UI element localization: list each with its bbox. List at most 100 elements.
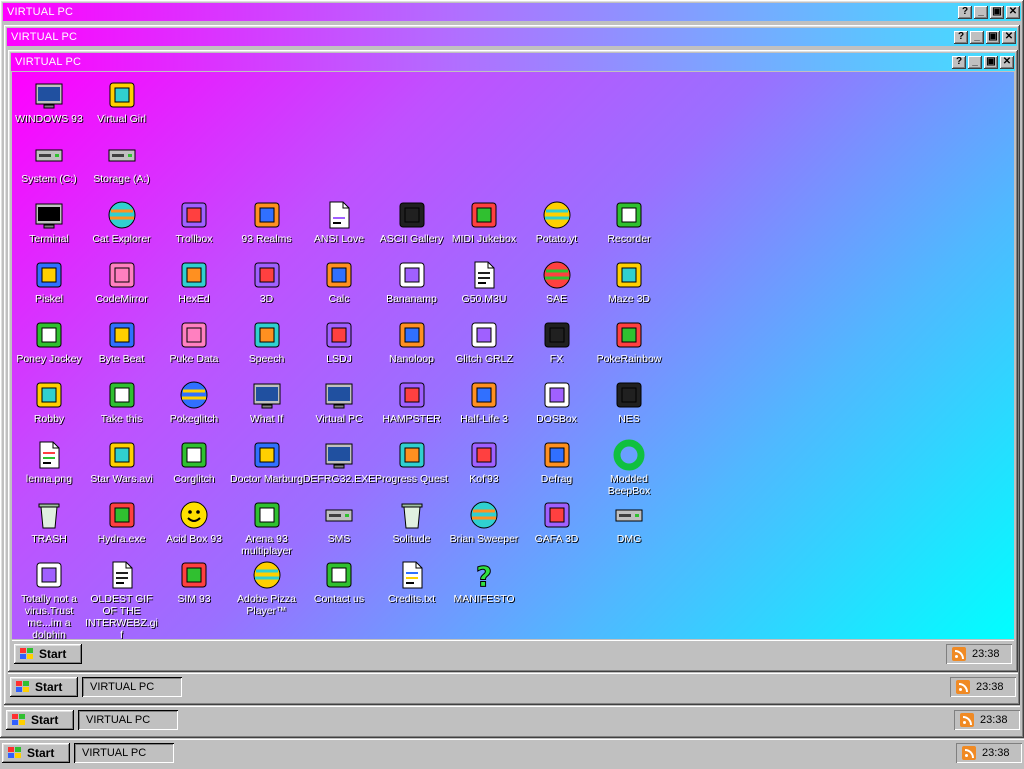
task-button-virtual-pc[interactable]: VIRTUAL PC bbox=[78, 710, 178, 730]
desktop-icon[interactable]: DEFRG32.EXE bbox=[302, 438, 376, 485]
minimize-button[interactable]: _ bbox=[970, 30, 984, 44]
desktop-icon[interactable]: Corglitch bbox=[157, 438, 231, 485]
desktop-icon[interactable]: WINDOWS 93 bbox=[12, 78, 86, 125]
rss-icon[interactable] bbox=[956, 680, 970, 694]
desktop-icon[interactable]: SAE bbox=[520, 258, 594, 305]
inner-titlebar[interactable]: VIRTUAL PC ? _ ▣ ✕ bbox=[11, 53, 1015, 71]
desktop-icon[interactable]: CodeMirror bbox=[85, 258, 159, 305]
rss-icon[interactable] bbox=[960, 713, 974, 727]
desktop-icon[interactable]: FX bbox=[520, 318, 594, 365]
desktop-icon[interactable]: GAFA 3D bbox=[520, 498, 594, 545]
start-button[interactable]: Start bbox=[2, 743, 70, 763]
desktop-icon[interactable]: Speech bbox=[230, 318, 304, 365]
desktop-icon[interactable]: Cat Explorer bbox=[85, 198, 159, 245]
icon-label: Credits.txt bbox=[387, 593, 436, 605]
maximize-button[interactable]: ▣ bbox=[986, 30, 1000, 44]
desktop-icon[interactable]: Piskel bbox=[12, 258, 86, 305]
help-button[interactable]: ? bbox=[954, 30, 968, 44]
desktop-icon[interactable]: Modded BeepBox bbox=[592, 438, 666, 497]
close-button[interactable]: ✕ bbox=[1000, 55, 1014, 69]
window-title: VIRTUAL PC bbox=[7, 6, 74, 18]
desktop-icon[interactable]: Pokeglitch bbox=[157, 378, 231, 425]
desktop-icon[interactable]: TRASH bbox=[12, 498, 86, 545]
close-button[interactable]: ✕ bbox=[1006, 5, 1020, 19]
desktop-icon[interactable]: lenna.png bbox=[12, 438, 86, 485]
desktop-icon[interactable]: HexEd bbox=[157, 258, 231, 305]
help-button[interactable]: ? bbox=[958, 5, 972, 19]
desktop-icon[interactable]: Virtual Girl bbox=[85, 78, 159, 125]
desktop-icon[interactable]: Puke Data bbox=[157, 318, 231, 365]
icon-label: Recorder bbox=[607, 233, 651, 245]
start-button[interactable]: Start bbox=[10, 677, 78, 697]
desktop-icon[interactable]: MIDI Jukebox bbox=[447, 198, 521, 245]
rss-icon[interactable] bbox=[962, 746, 976, 760]
desktop-icon[interactable]: What If bbox=[230, 378, 304, 425]
window-grid-icon bbox=[253, 383, 280, 409]
desktop-icon[interactable]: Poney Jockey bbox=[12, 318, 86, 365]
dosbox-icon bbox=[544, 382, 569, 408]
desktop-icon[interactable]: SIM 93 bbox=[157, 558, 231, 605]
desktop-icon[interactable]: LSDJ bbox=[302, 318, 376, 365]
desktop-icon[interactable]: ASCII Gallery bbox=[375, 198, 449, 245]
minimize-button[interactable]: _ bbox=[974, 5, 988, 19]
start-button[interactable]: Start bbox=[6, 710, 74, 730]
rss-icon[interactable] bbox=[952, 647, 966, 661]
close-button[interactable]: ✕ bbox=[1002, 30, 1016, 44]
minimize-button[interactable]: _ bbox=[968, 55, 982, 69]
desktop-icon[interactable]: NES bbox=[592, 378, 666, 425]
desktop-icon[interactable]: Star Wars.avi bbox=[85, 438, 159, 485]
desktop-icon[interactable]: ? MANIFESTO bbox=[447, 558, 521, 606]
desktop-icon[interactable]: 3D bbox=[230, 258, 304, 305]
icon-glyph bbox=[539, 258, 575, 292]
desktop-icon[interactable]: Progress Quest bbox=[375, 438, 449, 485]
desktop-icon[interactable]: Contact us bbox=[302, 558, 376, 605]
start-button[interactable]: Start bbox=[14, 644, 82, 664]
desktop-icon[interactable]: Acid Box 93 bbox=[157, 498, 231, 545]
desktop-icon[interactable]: Half-Life 3 bbox=[447, 378, 521, 425]
outer-titlebar[interactable]: VIRTUAL PC ? _ ▣ ✕ bbox=[3, 3, 1021, 21]
desktop-icon[interactable]: HAMPSTER bbox=[375, 378, 449, 425]
desktop-icon[interactable]: Arena 93 multiplayer bbox=[230, 498, 304, 557]
cube-color-icon bbox=[254, 502, 279, 528]
desktop-icon[interactable]: 93 Realms bbox=[230, 198, 304, 245]
desktop-icon[interactable]: Doctor Marburg bbox=[230, 438, 304, 485]
desktop-icon[interactable]: SMS bbox=[302, 498, 376, 545]
desktop-icon[interactable]: Terminal bbox=[12, 198, 86, 245]
maximize-button[interactable]: ▣ bbox=[990, 5, 1004, 19]
desktop-icon[interactable]: PokeRainbow bbox=[592, 318, 666, 365]
task-button-virtual-pc[interactable]: VIRTUAL PC bbox=[74, 743, 174, 763]
desktop-icon[interactable]: Kof'93 bbox=[447, 438, 521, 485]
desktop-icon[interactable]: System (C:) bbox=[12, 138, 86, 185]
desktop-icon[interactable]: Calc bbox=[302, 258, 376, 305]
desktop-icon[interactable]: DOSBox bbox=[520, 378, 594, 425]
desktop-icon[interactable]: ANSI Love bbox=[302, 198, 376, 245]
desktop-icon[interactable]: OLDEST GIF OF THE INTERWEBZ.gif bbox=[85, 558, 159, 639]
middle-titlebar[interactable]: VIRTUAL PC ? _ ▣ ✕ bbox=[7, 28, 1017, 46]
desktop-icon[interactable]: Maze 3D bbox=[592, 258, 666, 305]
task-button-virtual-pc[interactable]: VIRTUAL PC bbox=[82, 677, 182, 697]
icon-glyph bbox=[539, 378, 575, 412]
desktop-icon[interactable]: Potato.yt bbox=[520, 198, 594, 245]
desktop-icon[interactable]: Recorder bbox=[592, 198, 666, 245]
desktop-icon[interactable]: Adobe Pizza Player™ bbox=[230, 558, 304, 617]
desktop-icon[interactable]: G50.M3U bbox=[447, 258, 521, 305]
desktop-icon[interactable]: Brian Sweeper bbox=[447, 498, 521, 545]
desktop-icon[interactable]: Credits.txt bbox=[375, 558, 449, 605]
desktop-icon[interactable]: Take this bbox=[85, 378, 159, 425]
desktop-icon[interactable]: DMG bbox=[592, 498, 666, 545]
desktop-icon[interactable]: Storage (A:) bbox=[85, 138, 159, 185]
desktop-icon[interactable]: Bananamp bbox=[375, 258, 449, 305]
desktop-icon[interactable]: Totally not a virus.Trust me...im a dolp… bbox=[12, 558, 86, 639]
desktop-icon[interactable]: Glitch GRLZ bbox=[447, 318, 521, 365]
desktop-icon[interactable]: Nanoloop bbox=[375, 318, 449, 365]
desktop-icon[interactable]: Solitude bbox=[375, 498, 449, 545]
desktop-icon[interactable]: Trollbox bbox=[157, 198, 231, 245]
desktop-icon[interactable]: Defrag bbox=[520, 438, 594, 485]
desktop-icon[interactable]: Virtual PC bbox=[302, 378, 376, 425]
desktop-icon[interactable]: Byte Beat bbox=[85, 318, 159, 365]
help-button[interactable]: ? bbox=[952, 55, 966, 69]
desktop-icon[interactable]: Hydra.exe bbox=[85, 498, 159, 545]
maximize-button[interactable]: ▣ bbox=[984, 55, 998, 69]
desktop-icon[interactable]: Robby bbox=[12, 378, 86, 425]
characters-icon bbox=[616, 322, 642, 348]
